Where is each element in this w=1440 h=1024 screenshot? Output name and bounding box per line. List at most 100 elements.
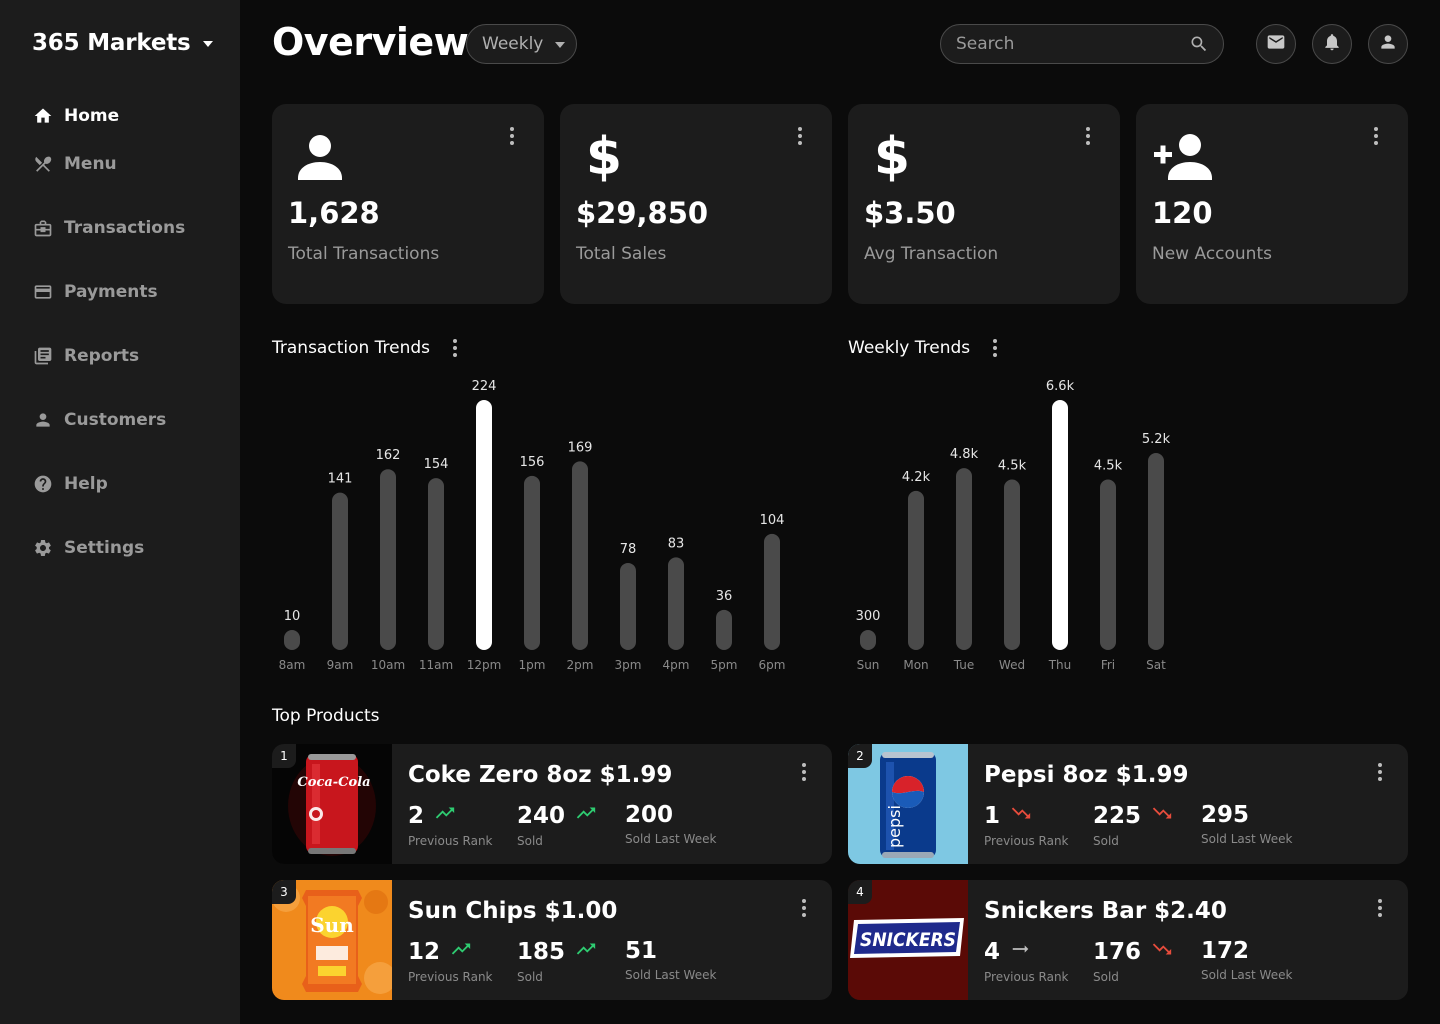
sidebar-item-transactions[interactable]: Transactions — [32, 196, 185, 260]
chart-bar-12pm[interactable] — [476, 400, 492, 650]
stat-label: New Accounts — [1152, 244, 1272, 264]
chart-bar-Thu[interactable] — [1052, 400, 1068, 650]
product-name: Coke Zero 8oz $1.99 — [408, 762, 673, 788]
weekly-trends-title: Weekly Trends — [848, 338, 971, 358]
last-week-value: 200 — [625, 802, 674, 828]
chart-tick-label: 8am — [279, 658, 306, 672]
chart-data-label: 104 — [760, 513, 785, 528]
product-card-1[interactable]: Coca-Cola 1 Coke Zero 8oz $1.99 2 Previo… — [272, 744, 832, 864]
brand-name: 365 Markets — [32, 30, 191, 56]
sold-value: 176 — [1093, 939, 1142, 965]
chart-bar-Mon[interactable] — [908, 490, 924, 650]
chart-bar-Fri[interactable] — [1100, 479, 1116, 650]
product-menu-button[interactable] — [1368, 896, 1392, 920]
credit-card-icon — [32, 281, 54, 303]
stat-card-avg-transaction: $ $3.50 Avg Transaction — [848, 104, 1120, 304]
chart-bar-5pm[interactable] — [716, 609, 732, 650]
stat-card-total-sales: $ $29,850 Total Sales — [560, 104, 832, 304]
card-menu-button[interactable] — [500, 124, 524, 148]
chart-bar-10am[interactable] — [380, 469, 396, 650]
chart-bar-Sat[interactable] — [1148, 453, 1164, 650]
search-input[interactable] — [956, 25, 1176, 63]
chart-bar-Tue[interactable] — [956, 468, 972, 650]
period-dropdown[interactable]: Weekly — [466, 24, 577, 64]
sidebar-item-label: Home — [64, 106, 120, 126]
card-menu-button[interactable] — [1076, 124, 1100, 148]
product-menu-button[interactable] — [792, 896, 816, 920]
card-menu-button[interactable] — [788, 124, 812, 148]
sold-label: Sold — [517, 970, 543, 984]
profile-button[interactable] — [1368, 24, 1408, 64]
mail-button[interactable] — [1256, 24, 1296, 64]
previous-rank-value: 2 — [408, 803, 425, 829]
chart-data-label: 156 — [520, 455, 545, 470]
sidebar-item-label: Reports — [64, 346, 140, 366]
trend-flat-icon — [1010, 938, 1032, 966]
product-menu-button[interactable] — [792, 760, 816, 784]
snickers-logo-text: SNICKERS — [860, 929, 956, 951]
chart-tick-label: Wed — [999, 658, 1025, 672]
chart-tick-label: Sun — [857, 658, 880, 672]
chart-bar-8am[interactable] — [284, 630, 300, 650]
sidebar-item-payments[interactable]: Payments — [32, 260, 185, 324]
search-icon[interactable] — [1189, 34, 1209, 54]
sidebar-item-settings[interactable]: Settings — [32, 516, 185, 580]
chart-tick-label: 2pm — [567, 658, 594, 672]
chart-bar-3pm[interactable] — [620, 562, 636, 650]
sold-label: Sold — [1093, 970, 1119, 984]
trend-down-icon — [1151, 938, 1173, 966]
chart-bar-4pm[interactable] — [668, 557, 684, 650]
chart-bar-6pm[interactable] — [764, 533, 780, 650]
chart-bar-9am[interactable] — [332, 492, 348, 650]
sidebar-item-label: Customers — [64, 410, 167, 430]
sidebar-item-menu[interactable]: Menu — [32, 132, 185, 196]
chart-bar-Wed[interactable] — [1004, 479, 1020, 650]
chart-bar-2pm[interactable] — [572, 461, 588, 650]
chart-tick-label: 5pm — [711, 658, 738, 672]
sold-value: 240 — [517, 803, 566, 829]
previous-rank-stat: 12 Previous Rank — [408, 938, 493, 984]
add-person-icon — [1152, 128, 1216, 184]
chart-data-label: 141 — [328, 472, 353, 487]
chart-bar-Sun[interactable] — [860, 630, 876, 650]
briefcase-icon — [32, 217, 54, 239]
trend-up-icon — [450, 938, 472, 966]
last-week-label: Sold Last Week — [1201, 968, 1293, 982]
card-menu-button[interactable] — [1364, 124, 1388, 148]
previous-rank-label: Previous Rank — [408, 834, 493, 848]
chart-data-label: 78 — [620, 542, 637, 557]
weekly-trends-menu-button[interactable] — [983, 336, 1007, 360]
sidebar-item-label: Transactions — [64, 218, 186, 238]
product-card-3[interactable]: Sun 3 Sun Chips $1.00 12 Previous Rank 1… — [272, 880, 832, 1000]
chart-bar-1pm[interactable] — [524, 475, 540, 650]
pepsi-logo-text: pepsi — [885, 805, 904, 848]
avatar-icon — [1378, 32, 1398, 56]
stat-card-new-accounts: 120 New Accounts — [1136, 104, 1408, 304]
previous-rank-stat: 1 Previous Rank — [984, 802, 1069, 848]
stat-value: 120 — [1152, 196, 1213, 230]
last-week-stat: 295 Sold Last Week — [1201, 802, 1292, 846]
product-menu-button[interactable] — [1368, 760, 1392, 784]
transaction-trends-menu-button[interactable] — [443, 336, 467, 360]
chart-data-label: 5.2k — [1142, 432, 1171, 447]
chart-tick-label: Sat — [1146, 658, 1166, 672]
product-rank-badge: 1 — [272, 744, 296, 768]
brand-selector[interactable]: 365 Markets — [32, 30, 213, 56]
transaction-trends-svg: 10 8am 141 9am 162 10am 154 11am 224 12pm 156 1pm 16… — [279, 379, 786, 672]
sidebar-item-reports[interactable]: Reports — [32, 324, 185, 388]
chart-tick-label: 4pm — [663, 658, 690, 672]
reports-icon — [32, 345, 54, 367]
product-card-4[interactable]: SNICKERS 4 Snickers Bar $2.40 4 Previous… — [848, 880, 1408, 1000]
dollar-icon: $ — [864, 127, 928, 187]
product-card-2[interactable]: pepsi 2 Pepsi 8oz $1.99 1 Previous Rank … — [848, 744, 1408, 864]
mail-icon — [1266, 32, 1286, 56]
sidebar-item-customers[interactable]: Customers — [32, 388, 185, 452]
stat-card-total-transactions: 1,628 Total Transactions — [272, 104, 544, 304]
sidebar-item-label: Settings — [64, 538, 145, 558]
chart-tick-label: 12pm — [467, 658, 502, 672]
notifications-button[interactable] — [1312, 24, 1352, 64]
sidebar-item-help[interactable]: Help — [32, 452, 185, 516]
chart-bar-11am[interactable] — [428, 478, 444, 650]
sidebar-item-home[interactable]: Home — [32, 100, 185, 132]
sidebar-item-label: Payments — [64, 282, 158, 302]
